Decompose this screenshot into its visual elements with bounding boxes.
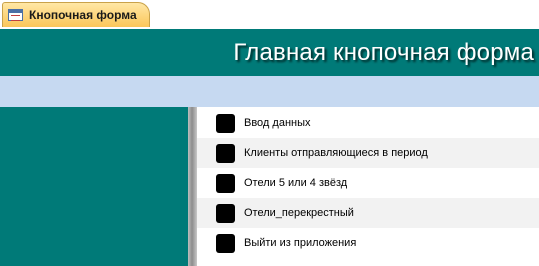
menu-button-clients-period[interactable] <box>216 144 235 163</box>
menu-item-label[interactable]: Отели 5 или 4 звёзд <box>244 177 347 189</box>
menu-button-data-entry[interactable] <box>216 114 235 133</box>
menu-item-label[interactable]: Отели_перекрестный <box>244 207 354 219</box>
menu-button-hotels-5-4[interactable] <box>216 174 235 193</box>
menu-button-exit[interactable] <box>216 234 235 253</box>
menu-item-hotels-5-4: Отели 5 или 4 звёзд <box>197 168 539 198</box>
menu-item-clients-period: Клиенты отправляющиеся в период <box>197 138 539 168</box>
panel-divider <box>188 107 197 266</box>
menu-item-hotels-crosstab: Отели_перекрестный <box>197 198 539 228</box>
menu-item-label[interactable]: Клиенты отправляющиеся в период <box>244 147 428 159</box>
switchboard-menu: Ввод данных Клиенты отправляющиеся в пер… <box>197 108 539 258</box>
form-header: Главная кнопочная форма <box>0 29 539 76</box>
menu-item-exit: Выйти из приложения <box>197 228 539 258</box>
menu-button-hotels-crosstab[interactable] <box>216 204 235 223</box>
left-decor-panel <box>0 107 188 266</box>
form-icon <box>8 9 23 21</box>
menu-item-label[interactable]: Выйти из приложения <box>244 237 356 249</box>
menu-item-label[interactable]: Ввод данных <box>244 117 311 129</box>
document-tab[interactable]: Кнопочная форма <box>2 2 150 27</box>
document-tab-strip: Кнопочная форма <box>0 0 539 29</box>
document-tab-label: Кнопочная форма <box>29 8 137 22</box>
header-subband <box>0 76 539 107</box>
page-title: Главная кнопочная форма <box>233 39 534 66</box>
menu-item-data-entry: Ввод данных <box>197 108 539 138</box>
